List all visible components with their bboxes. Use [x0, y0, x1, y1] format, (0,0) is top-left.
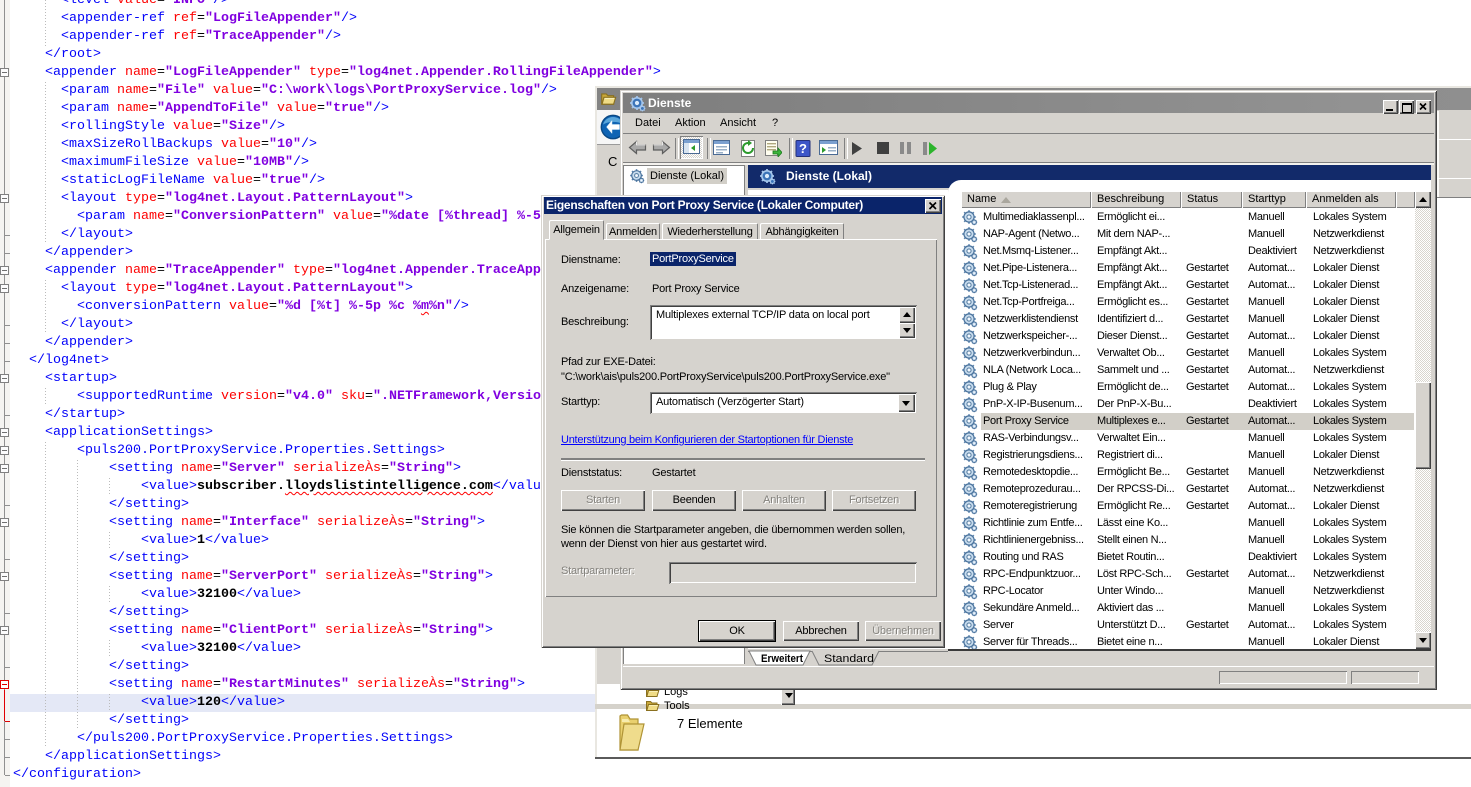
- svg-text:?: ?: [799, 141, 807, 156]
- svg-text:Erweitert: Erweitert: [761, 653, 803, 665]
- svg-text:Standard: Standard: [824, 653, 874, 665]
